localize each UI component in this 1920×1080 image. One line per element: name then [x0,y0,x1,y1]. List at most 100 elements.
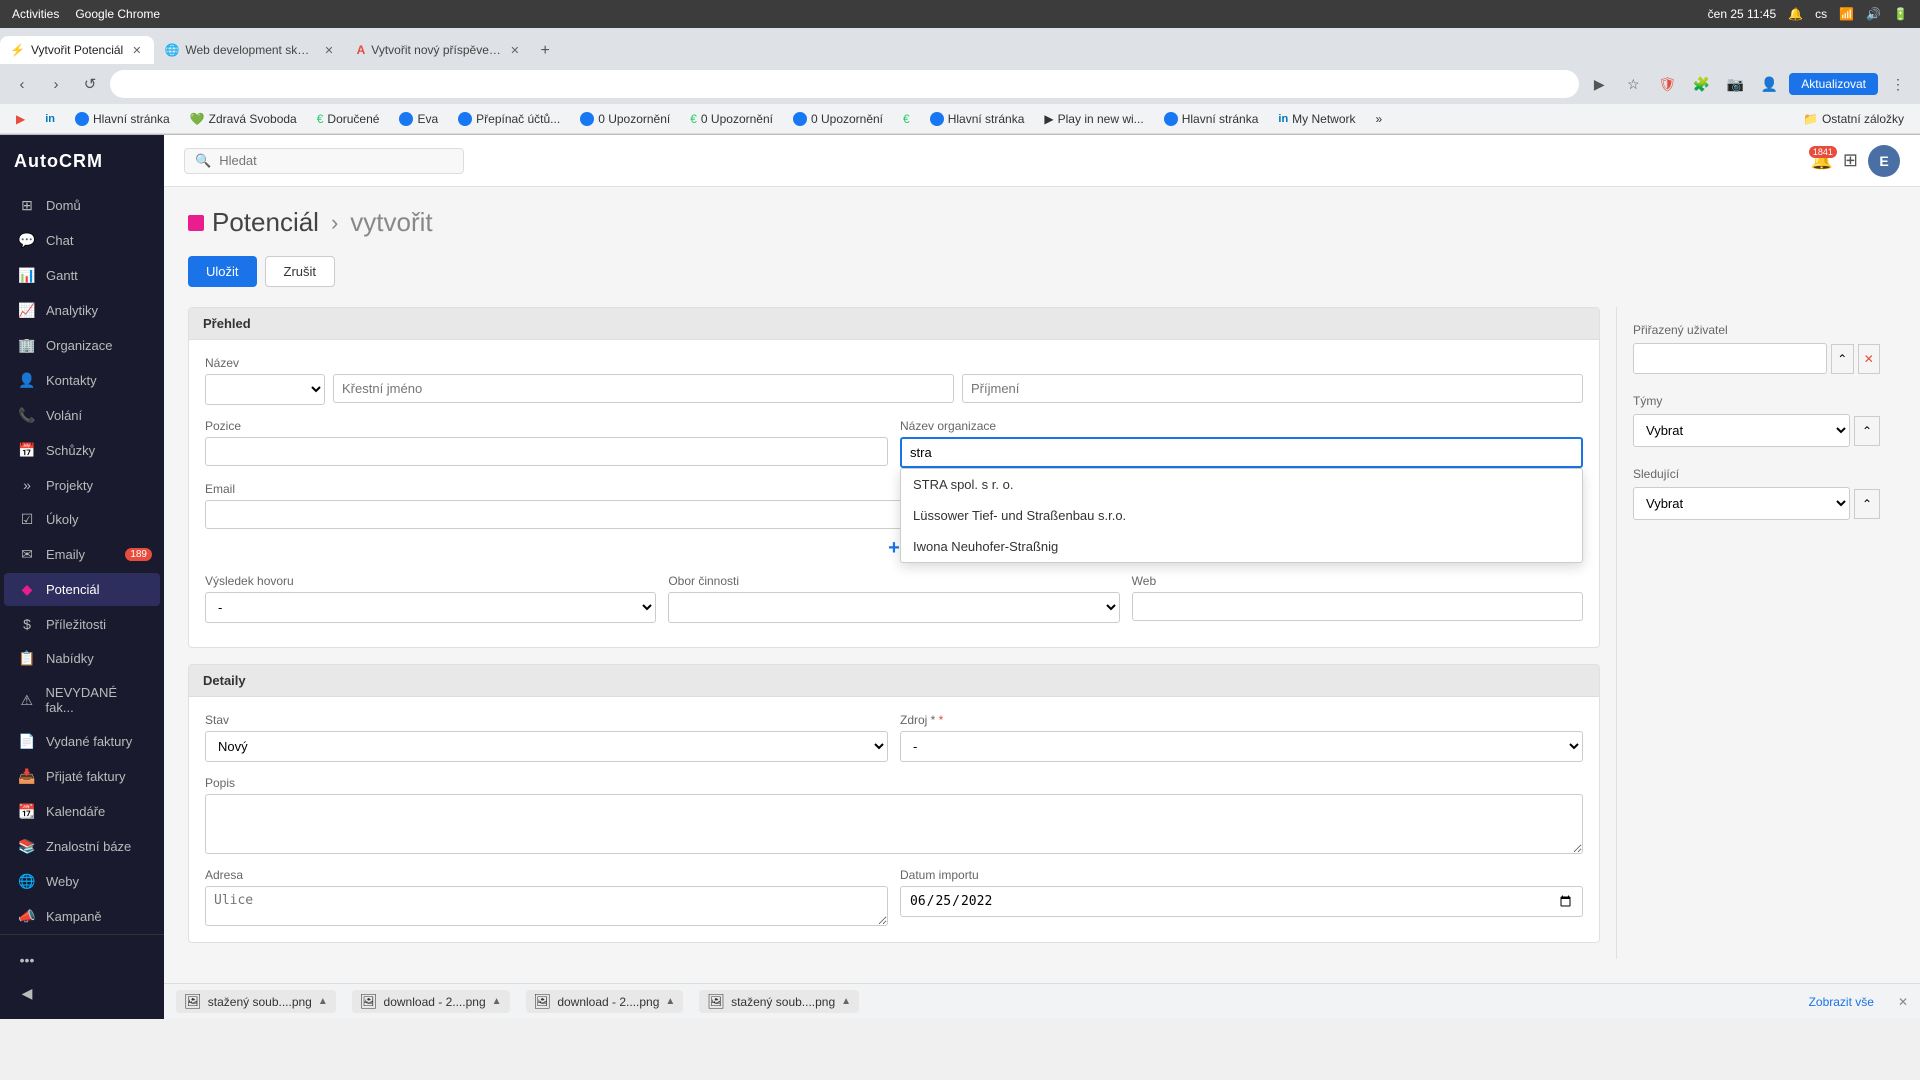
sidebar-item-emaily[interactable]: ✉ Emaily 189 [4,538,160,571]
tab-3-close[interactable]: ✕ [507,43,522,58]
sidebar-item-nabidky[interactable]: 📋 Nabídky [4,642,160,675]
bookmark-hlavni3[interactable]: Hlavní stránka [1156,110,1267,128]
last-name-input[interactable] [962,374,1583,403]
obor-cinnosti-select[interactable] [668,592,1119,623]
download-item-2[interactable]: 🖼 download - 2....png ▲ [352,990,510,1013]
profile-button[interactable]: 👤 [1755,70,1783,98]
bookmark-more[interactable]: » [1368,110,1391,128]
adresa-input[interactable] [205,886,888,926]
sidebar-item-projekty[interactable]: » Projekty [4,469,160,501]
sidebar-collapse[interactable]: ◀ [4,977,160,1010]
sidebar-item-kontakty[interactable]: 👤 Kontakty [4,364,160,397]
sidebar-item-gantt[interactable]: 📊 Gantt [4,259,160,292]
sidebar-item-kampane[interactable]: 📣 Kampaně [4,900,160,933]
sidebar-item-kalendare[interactable]: 📆 Kalendáře [4,795,160,828]
forward-button[interactable]: › [42,70,70,98]
save-button[interactable]: Uložit [188,256,257,287]
search-bar[interactable]: 🔍 [184,148,464,174]
tab-1-close[interactable]: ✕ [129,43,144,58]
adblocker-icon[interactable]: 🛡 [1653,70,1681,98]
download-item-3[interactable]: 🖼 download - 2....png ▲ [526,990,684,1013]
zdroj-select[interactable]: - [900,731,1583,762]
tab-3[interactable]: A Vytvořit nový příspěvek × ✕ [347,36,533,64]
stav-select[interactable]: Nový Přiřazený V procesu [205,731,888,762]
tab-2-close[interactable]: ✕ [321,43,336,58]
following-select[interactable]: Vybrat [1633,487,1850,520]
download-4-expand[interactable]: ▲ [841,996,851,1007]
sidebar-item-schuzky[interactable]: 📅 Schůzky [4,434,160,467]
first-name-input[interactable] [333,374,954,403]
view-all-button[interactable]: Zobrazit vše [1809,995,1874,1009]
sidebar-more[interactable]: ••• [4,944,160,976]
extensions-button[interactable]: 🧩 [1687,70,1715,98]
bookmark-upozorneni2[interactable]: €0 Upozornění [682,110,781,128]
bookmark-ostatni[interactable]: 📁Ostatní záložky [1795,110,1912,128]
sidebar-item-vydane-faktury[interactable]: 📄 Vydané faktury [4,725,160,758]
sidebar-item-analytiky[interactable]: 📈 Analytiky [4,294,160,327]
os-lang[interactable]: cs [1815,7,1827,21]
sidebar-item-weby[interactable]: 🌐 Weby [4,865,160,898]
download-1-expand[interactable]: ▲ [318,996,328,1007]
datum-importu-input[interactable] [900,886,1583,917]
sidebar-item-ukoly[interactable]: ☑ Úkoly [4,503,160,536]
cancel-button[interactable]: Zrušit [265,256,336,287]
bookmark-youtube[interactable]: ▶ [8,110,33,128]
tab-2[interactable]: 🌐 Web development skupin... ✕ [154,36,346,64]
pozice-input[interactable] [205,437,888,466]
assigned-user-input[interactable]: Eva Strejcová [1633,343,1827,374]
bookmark-hlavni1[interactable]: Hlavní stránka [67,110,178,128]
os-activities[interactable]: Activities [12,7,59,21]
bookmark-eva[interactable]: Eva [391,110,446,128]
search-input[interactable] [219,153,453,168]
download-2-expand[interactable]: ▲ [492,996,502,1007]
new-tab-button[interactable]: + [533,38,558,64]
sidebar-item-potencial[interactable]: ◆ Potenciál [4,573,160,606]
bookmark-prepinac[interactable]: Přepínač účtů... [450,110,568,128]
bookmark-zdrava[interactable]: 💚Zdravá Svoboda [182,110,305,128]
title-select[interactable]: Mr. Ms. Dr. [205,374,325,405]
user-avatar[interactable]: E [1868,145,1900,177]
dropdown-item-2[interactable]: Lüssower Tief- und Straßenbau s.r.o. [901,500,1582,531]
address-bar[interactable]: crm.wpdistro.cz/#Lead/create [110,70,1579,98]
assigned-user-clear-button[interactable]: ✕ [1858,344,1881,374]
teams-select[interactable]: Vybrat [1633,414,1850,447]
sidebar-item-nevydane[interactable]: ⚠ NEVYDANÉ fak... [4,677,160,723]
bookmark-button[interactable]: ☆ [1619,70,1647,98]
assigned-user-expand-button[interactable]: ⌃ [1831,344,1854,374]
popis-textarea[interactable] [205,794,1583,854]
sidebar-item-prilezitosti[interactable]: $ Příležitosti [4,608,160,640]
sidebar-item-volani[interactable]: 📞 Volání [4,399,160,432]
screenshot-button[interactable]: 📷 [1721,70,1749,98]
download-3-expand[interactable]: ▲ [665,996,675,1007]
tab-1[interactable]: ⚡ Vytvořit Potenciál ✕ [0,36,154,64]
reload-button[interactable]: ↺ [76,70,104,98]
vysledek-hovoru-select[interactable]: - [205,592,656,623]
bookmark-euro2[interactable]: € [895,110,918,128]
back-button[interactable]: ‹ [8,70,36,98]
teams-expand-button[interactable]: ⌃ [1854,416,1880,446]
bookmark-dorucene[interactable]: €Doručené [309,110,388,128]
bookmark-upozorneni1[interactable]: 0 Upozornění [572,110,678,128]
sidebar-item-prijate-faktury[interactable]: 📥 Přijaté faktury [4,760,160,793]
downloads-close-button[interactable]: ✕ [1898,995,1908,1009]
following-expand-button[interactable]: ⌃ [1854,489,1880,519]
nazev-org-input[interactable] [900,437,1583,468]
dropdown-item-1[interactable]: STRA spol. s r. o. [901,469,1582,500]
bookmark-linkedin[interactable]: in [37,111,63,127]
notifications-button[interactable]: 🔔 1841 [1810,150,1832,171]
sidebar-item-znalostni[interactable]: 📚 Znalostní báze [4,830,160,863]
grid-button[interactable]: ⊞ [1843,150,1858,171]
cast-button[interactable]: ▶ [1585,70,1613,98]
bookmark-mynetwork[interactable]: inMy Network [1270,110,1363,128]
web-input[interactable] [1132,592,1583,621]
bookmark-upozorneni3[interactable]: 0 Upozornění [785,110,891,128]
bookmark-play[interactable]: ▶Play in new wi... [1036,110,1151,128]
sidebar-item-domu[interactable]: ⊞ Domů [4,189,160,222]
dropdown-item-3[interactable]: Iwona Neuhofer-Straßnig [901,531,1582,562]
download-item-4[interactable]: 🖼 stažený soub....png ▲ [699,990,859,1013]
sidebar-item-chat[interactable]: 💬 Chat [4,224,160,257]
menu-button[interactable]: ⋮ [1884,70,1912,98]
update-button[interactable]: Aktualizovat [1789,73,1878,95]
sidebar-item-organizace[interactable]: 🏢 Organizace [4,329,160,362]
download-item-1[interactable]: 🖼 stažený soub....png ▲ [176,990,336,1013]
